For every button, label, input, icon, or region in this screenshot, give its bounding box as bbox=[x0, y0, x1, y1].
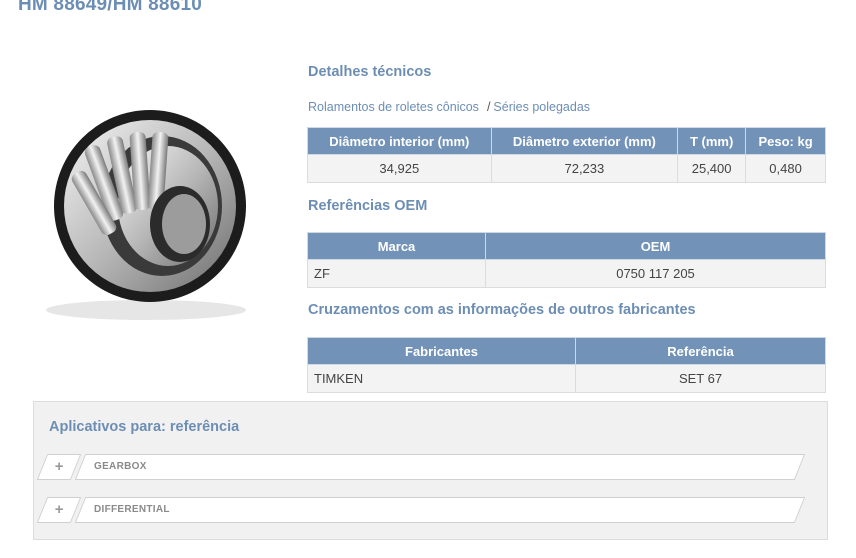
cross-reference-table: Fabricantes Referência TIMKEN SET 67 bbox=[307, 337, 826, 393]
column-header: Marca bbox=[307, 232, 486, 260]
accordion-label: DIFFERENTIAL bbox=[94, 504, 170, 515]
table-cell: 72,233 bbox=[490, 154, 679, 183]
table-row: TIMKEN SET 67 bbox=[307, 364, 826, 393]
table-row: 34,925 72,233 25,400 0,480 bbox=[307, 154, 826, 183]
technical-table: Diâmetro interior (mm) Diâmetro exterior… bbox=[307, 127, 826, 183]
table-cell: 25,400 bbox=[677, 154, 747, 183]
breadcrumb-item-series[interactable]: Séries polegadas bbox=[493, 100, 590, 114]
column-header: Diâmetro exterior (mm) bbox=[490, 127, 679, 155]
technical-details-heading: Detalhes técnicos bbox=[308, 64, 432, 80]
accordion-item-gearbox[interactable]: + GEARBOX bbox=[36, 454, 806, 480]
expand-button[interactable]: + bbox=[36, 497, 82, 523]
column-header: Peso: kg bbox=[745, 127, 826, 155]
plus-icon: + bbox=[54, 458, 64, 475]
expand-button[interactable]: + bbox=[36, 454, 82, 480]
table-row: ZF 0750 117 205 bbox=[307, 259, 826, 288]
column-header: Referência bbox=[575, 337, 826, 365]
applications-title: Aplicativos para: referência bbox=[49, 419, 240, 435]
breadcrumb-separator: / bbox=[486, 100, 491, 114]
plus-icon: + bbox=[54, 501, 64, 518]
table-header-row: Diâmetro interior (mm) Diâmetro exterior… bbox=[307, 127, 826, 155]
table-header-row: Marca OEM bbox=[307, 232, 826, 260]
accordion-bar[interactable] bbox=[74, 497, 806, 523]
applications-panel: Aplicativos para: referência + GEARBOX +… bbox=[33, 401, 828, 540]
page-title: HM 88649/HM 88610 bbox=[18, 0, 203, 15]
column-header: Diâmetro interior (mm) bbox=[307, 127, 492, 155]
table-cell: ZF bbox=[307, 259, 486, 288]
table-header-row: Fabricantes Referência bbox=[307, 337, 826, 365]
column-header: Fabricantes bbox=[307, 337, 576, 365]
breadcrumb: Rolamentos de roletes cônicos / Séries pol… bbox=[308, 100, 590, 114]
bearing-image bbox=[46, 110, 246, 320]
column-header: T (mm) bbox=[677, 127, 747, 155]
table-cell: 0,480 bbox=[745, 154, 826, 183]
table-cell: 34,925 bbox=[307, 154, 492, 183]
cross-reference-heading: Cruzamentos com as informações de outros… bbox=[308, 302, 696, 318]
table-cell: 0750 117 205 bbox=[485, 259, 826, 288]
accordion-item-differential[interactable]: + DIFFERENTIAL bbox=[36, 497, 806, 523]
oem-table: Marca OEM ZF 0750 117 205 bbox=[307, 232, 826, 288]
oem-heading: Referências OEM bbox=[308, 198, 428, 214]
accordion-label: GEARBOX bbox=[94, 461, 147, 472]
breadcrumb-item-category[interactable]: Rolamentos de roletes cônicos bbox=[308, 100, 479, 114]
table-cell: SET 67 bbox=[575, 364, 826, 393]
accordion-bar[interactable] bbox=[74, 454, 806, 480]
table-cell: TIMKEN bbox=[307, 364, 576, 393]
column-header: OEM bbox=[485, 232, 826, 260]
